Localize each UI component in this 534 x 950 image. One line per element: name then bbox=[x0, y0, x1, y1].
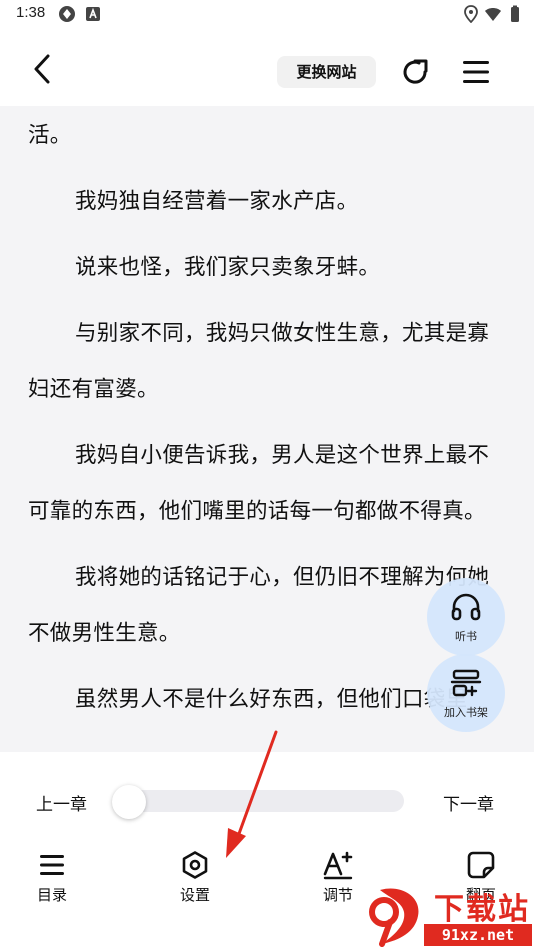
font-adjust-icon bbox=[323, 851, 353, 880]
paragraph: 我妈独自经营着一家水产店。 bbox=[75, 189, 359, 214]
battery-icon bbox=[511, 5, 519, 22]
app-logo-icon bbox=[59, 6, 75, 22]
add-to-shelf-button[interactable]: 加入书架 bbox=[427, 654, 505, 732]
listen-label: 听书 bbox=[455, 630, 477, 643]
bookshelf-add-icon bbox=[450, 669, 482, 697]
settings-button[interactable]: 设置 bbox=[155, 850, 235, 914]
chapter-progress-slider[interactable] bbox=[114, 790, 404, 812]
reader-content[interactable]: 活。 我妈独自经营着一家水产店。 说来也怪，我们家只卖象牙蚌。 与别家不同，我妈… bbox=[0, 106, 534, 752]
wifi-icon bbox=[485, 8, 501, 21]
paragraph: 说来也怪，我们家只卖象牙蚌。 bbox=[75, 255, 381, 280]
catalog-label: 目录 bbox=[36, 886, 67, 904]
listen-button[interactable]: 听书 bbox=[427, 578, 505, 656]
change-site-button[interactable]: 更换网站 bbox=[277, 56, 376, 88]
watermark-title: 下载站 bbox=[434, 892, 530, 927]
headphones-icon bbox=[451, 593, 481, 621]
back-icon[interactable] bbox=[26, 52, 60, 86]
status-bar: 1:38 bbox=[0, 0, 534, 30]
watermark-url: 91xz.net bbox=[424, 924, 532, 946]
next-chapter-button[interactable]: 下一章 bbox=[443, 790, 494, 815]
refresh-icon[interactable] bbox=[399, 56, 433, 90]
paragraph: 我妈自小便告诉我，男人是这个世界上最不可靠的东西，他们嘴里的话每一句都做不得真。 bbox=[28, 443, 490, 524]
menu-icon[interactable] bbox=[460, 56, 492, 88]
status-time: 1:38 bbox=[16, 4, 46, 21]
settings-icon bbox=[182, 851, 208, 879]
notification-a-icon bbox=[86, 7, 100, 21]
watermark-logo-icon bbox=[369, 888, 419, 947]
location-icon bbox=[464, 5, 478, 23]
paragraph: 与别家不同，我妈只做女性生意，尤其是寡妇还有富婆。 bbox=[28, 321, 490, 402]
paragraph: 活。 bbox=[28, 123, 72, 148]
page-turn-icon bbox=[467, 851, 495, 879]
catalog-button[interactable]: 目录 bbox=[12, 850, 92, 914]
watermark: 下载站 91xz.net bbox=[360, 882, 534, 950]
catalog-icon bbox=[40, 855, 64, 875]
add-shelf-label: 加入书架 bbox=[444, 706, 488, 719]
settings-label: 设置 bbox=[179, 886, 210, 904]
top-bar: 更换网站 bbox=[0, 30, 534, 106]
prev-chapter-button[interactable]: 上一章 bbox=[36, 790, 87, 815]
progress-slider-thumb[interactable] bbox=[112, 785, 146, 819]
